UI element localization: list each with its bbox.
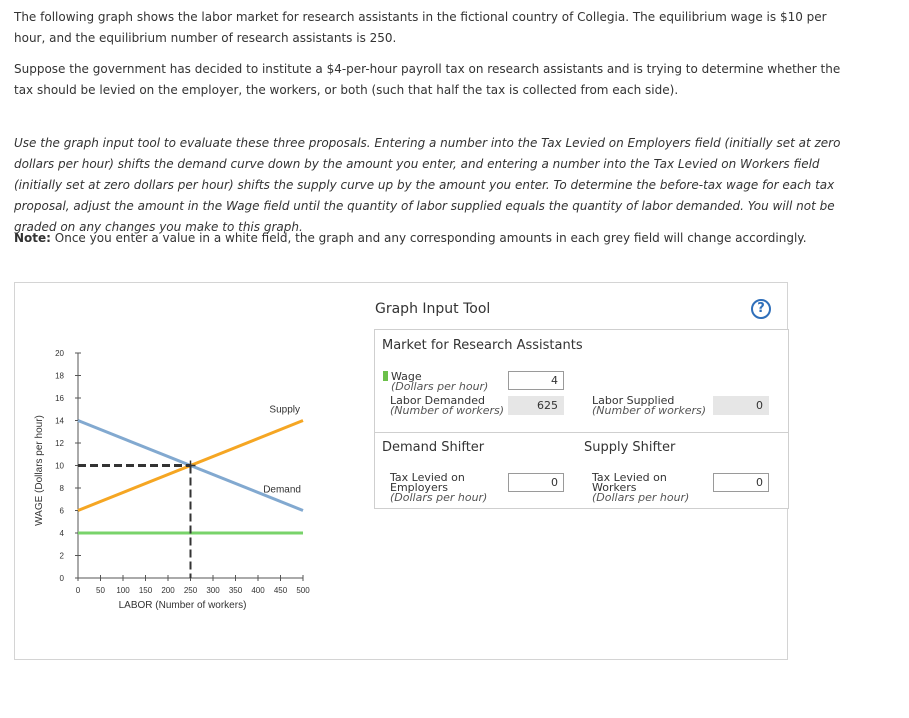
graph-input-tool-title: Graph Input Tool xyxy=(375,301,491,317)
y-tick-label: 18 xyxy=(55,372,64,381)
labor-supplied-value: 0 xyxy=(713,396,769,415)
tax-employers-label: Tax Levied on Employers (Dollars per hou… xyxy=(390,472,488,504)
labor-demanded-unit: (Number of workers) xyxy=(390,404,505,417)
tax-employers-unit: (Dollars per hour) xyxy=(390,491,488,504)
intro-paragraph-1: The following graph shows the labor mark… xyxy=(14,10,827,45)
graph-panel: 0 2 4 6 8 10 12 14 16 18 20 0 50 100 150 200 250 300 350 40… xyxy=(14,282,789,660)
note-label: Note: xyxy=(14,231,51,245)
note-paragraph: Note: Once you enter a value in a white … xyxy=(14,228,854,249)
y-tick-label: 8 xyxy=(60,484,65,493)
x-tick-label: 100 xyxy=(116,586,130,595)
x-tick-label: 0 xyxy=(76,586,81,595)
demand-curve-label: Demand xyxy=(263,485,301,496)
tax-workers-input[interactable]: 0 xyxy=(713,473,769,492)
x-tick-label: 150 xyxy=(139,586,153,595)
supply-shifter-title: Supply Shifter xyxy=(584,440,676,455)
demand-shifter-title: Demand Shifter xyxy=(382,440,485,455)
x-tick-label: 350 xyxy=(229,586,243,595)
market-box: Market for Research Assistants Wage (Dol… xyxy=(374,329,789,509)
supply-curve-label: Supply xyxy=(269,405,300,416)
y-axis-label: WAGE (Dollars per hour) xyxy=(34,415,45,526)
shifter-divider xyxy=(375,432,788,433)
labor-demanded-label: Labor Demanded (Number of workers) xyxy=(390,395,505,417)
labor-supplied-unit: (Number of workers) xyxy=(592,404,707,417)
labor-market-chart[interactable]: 024681012141618200 50 100 150 200 250 300 350 40… xyxy=(15,283,335,659)
tax-employers-input[interactable]: 0 xyxy=(508,473,564,492)
tax-workers-unit: (Dollars per hour) xyxy=(592,491,690,504)
wage-label: Wage (Dollars per hour) xyxy=(383,371,488,392)
instructions-paragraph: Use the graph input tool to evaluate the… xyxy=(14,136,841,234)
x-axis-label: LABOR (Number of workers) xyxy=(119,600,247,611)
market-title: Market for Research Assistants xyxy=(382,338,583,353)
y-tick-label: 12 xyxy=(55,439,64,448)
y-tick-label: 14 xyxy=(55,417,64,426)
y-tick-label: 20 xyxy=(55,349,64,358)
labor-demanded-value: 625 xyxy=(508,396,564,415)
note-text: Once you enter a value in a white field,… xyxy=(50,231,807,245)
x-tick-label: 500 xyxy=(296,586,310,595)
y-tick-label: 10 xyxy=(55,462,64,471)
y-tick-label: 16 xyxy=(55,394,64,403)
wage-input[interactable]: 4 xyxy=(508,371,564,390)
y-tick-label: 4 xyxy=(60,529,65,538)
intro-paragraph-2: Suppose the government has decided to in… xyxy=(14,62,841,97)
x-tick-label: 400 xyxy=(251,586,265,595)
x-tick-label: 250 xyxy=(184,586,198,595)
wage-unit: (Dollars per hour) xyxy=(391,380,489,393)
y-tick-label: 2 xyxy=(60,552,65,561)
y-tick-label: 0 xyxy=(60,574,65,583)
y-tick-label: 6 xyxy=(60,507,65,516)
wage-legend-icon xyxy=(383,371,388,381)
x-tick-label: 300 xyxy=(206,586,220,595)
x-tick-label: 450 xyxy=(274,586,288,595)
help-icon[interactable]: ? xyxy=(751,299,771,319)
labor-supplied-label: Labor Supplied (Number of workers) xyxy=(592,395,707,417)
tax-workers-label: Tax Levied on Workers (Dollars per hour) xyxy=(592,472,690,504)
x-tick-label: 200 xyxy=(161,586,175,595)
x-tick-label: 50 xyxy=(96,586,105,595)
